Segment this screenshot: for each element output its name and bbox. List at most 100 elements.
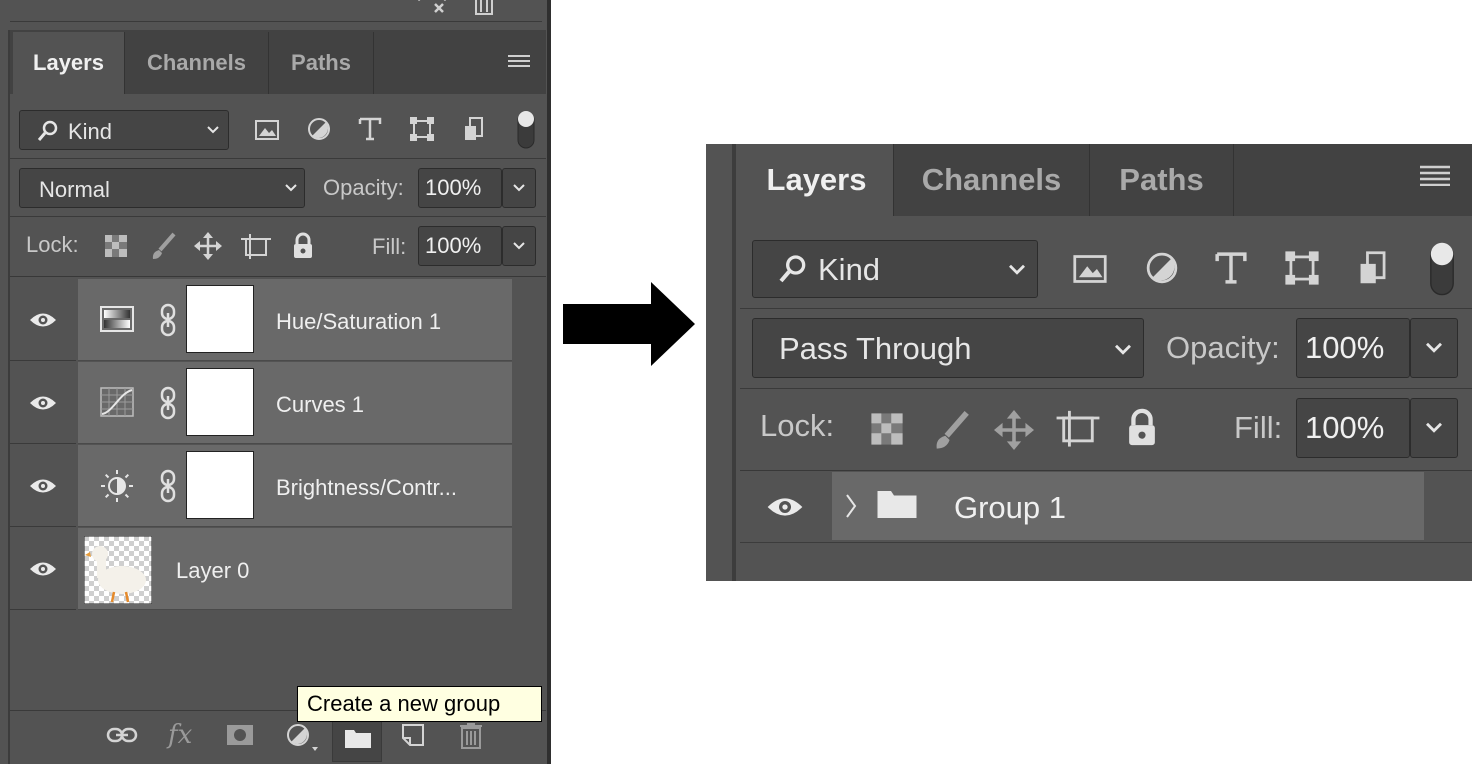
opacity-input[interactable]: 100%: [1296, 318, 1410, 378]
adjustment-icon[interactable]: [285, 722, 319, 752]
search-icon: [777, 253, 809, 285]
layer-mask-thumbnail[interactable]: [186, 368, 254, 436]
panel-menu-icon[interactable]: [508, 54, 530, 70]
layer-row-hue-saturation[interactable]: Hue/Saturation 1: [10, 279, 512, 361]
chevron-down-icon: [284, 183, 298, 193]
fill-input[interactable]: 100%: [1296, 398, 1410, 458]
hide-icon[interactable]: [415, 0, 451, 16]
fx-icon[interactable]: fx: [168, 720, 192, 750]
chevron-right-icon[interactable]: [844, 492, 858, 520]
layer-mask-thumbnail[interactable]: [186, 285, 254, 353]
pixel-filter-icon[interactable]: [1072, 252, 1108, 286]
layers-panel-body: Layers Channels Paths Kind: [10, 30, 546, 764]
layer-name[interactable]: Brightness/Contr...: [276, 475, 457, 501]
chain-link-icon[interactable]: [156, 469, 180, 503]
curves-icon: [100, 387, 134, 417]
chain-link-icon[interactable]: [156, 303, 180, 337]
opacity-input[interactable]: 100%: [418, 168, 502, 208]
pixel-filter-icon[interactable]: [254, 118, 280, 142]
panel-menu-icon[interactable]: [1420, 164, 1450, 186]
eye-icon: [30, 313, 56, 326]
lock-label: Lock:: [26, 232, 79, 257]
tab-channels[interactable]: Channels: [894, 144, 1090, 216]
opacity-label: Opacity:: [323, 175, 404, 200]
layer-row-curves[interactable]: Curves 1: [10, 362, 512, 444]
opacity-label: Opacity:: [1166, 330, 1280, 365]
trash-icon[interactable]: [458, 722, 484, 750]
tab-channels[interactable]: Channels: [125, 32, 269, 94]
opacity-dropdown[interactable]: [1410, 318, 1458, 378]
chain-link-icon[interactable]: [156, 386, 180, 420]
lock-pixels-icon[interactable]: [150, 232, 176, 260]
filter-kind-select[interactable]: Kind: [752, 240, 1038, 298]
adjustment-filter-icon[interactable]: [1144, 250, 1180, 286]
fill-dropdown[interactable]: [1410, 398, 1458, 458]
lock-artboard-icon[interactable]: [241, 232, 271, 260]
blend-mode-value: Pass Through: [779, 331, 972, 366]
chevron-down-icon: [1426, 422, 1442, 433]
visibility-toggle[interactable]: [740, 472, 830, 542]
layer-row-body[interactable]: Hue/Saturation 1: [78, 279, 512, 361]
fill-label: Fill:: [372, 234, 407, 259]
tab-layers[interactable]: Layers: [13, 32, 125, 94]
chevron-down-icon: [1426, 342, 1442, 353]
tab-paths[interactable]: Paths: [269, 32, 374, 94]
trash-top-icon[interactable]: [472, 0, 496, 16]
shape-filter-icon[interactable]: [1284, 250, 1320, 286]
fill-dropdown[interactable]: [502, 226, 536, 266]
chevron-down-icon: [1007, 263, 1027, 277]
layer-name[interactable]: Hue/Saturation 1: [276, 309, 441, 335]
layer-row-group[interactable]: Group 1: [740, 472, 1430, 542]
new-layer-icon[interactable]: [400, 722, 426, 748]
visibility-toggle[interactable]: [10, 445, 76, 527]
tooltip: Create a new group: [297, 686, 542, 722]
left-strip: [706, 144, 736, 581]
visibility-toggle[interactable]: [10, 362, 76, 444]
lock-pixels-icon[interactable]: [932, 410, 970, 450]
lock-all-icon[interactable]: [292, 232, 314, 260]
type-filter-icon[interactable]: [1214, 250, 1248, 286]
duck-thumbnail[interactable]: [84, 536, 152, 604]
smart-object-filter-icon[interactable]: [462, 116, 486, 142]
tab-layers[interactable]: Layers: [740, 144, 894, 216]
opacity-dropdown[interactable]: [502, 168, 536, 208]
shape-filter-icon[interactable]: [409, 116, 435, 142]
layer-row-body[interactable]: Layer 0: [78, 528, 512, 610]
lock-all-icon[interactable]: [1126, 408, 1158, 448]
top-strip: [10, 0, 542, 22]
type-filter-icon[interactable]: [358, 116, 382, 142]
blend-mode-select[interactable]: Normal: [19, 168, 305, 208]
tab-paths[interactable]: Paths: [1090, 144, 1234, 216]
hue-saturation-icon: [100, 306, 134, 332]
layer-row-body[interactable]: Curves 1: [78, 362, 512, 444]
lock-position-icon[interactable]: [994, 410, 1034, 450]
mask-icon[interactable]: [226, 724, 254, 746]
right-layers-panel: Layers Channels Paths Kind Pass Through …: [706, 144, 1472, 581]
filter-toggle[interactable]: [1428, 238, 1456, 298]
link-icon[interactable]: [106, 724, 138, 746]
visibility-toggle[interactable]: [10, 528, 76, 610]
blend-mode-select[interactable]: Pass Through: [752, 318, 1144, 378]
adjustment-filter-icon[interactable]: [306, 116, 332, 142]
layer-row-body[interactable]: Brightness/Contr...: [78, 445, 512, 527]
visibility-toggle[interactable]: [10, 279, 76, 361]
filter-kind-select[interactable]: Kind: [19, 110, 229, 150]
layer-name[interactable]: Curves 1: [276, 392, 364, 418]
layer-mask-thumbnail[interactable]: [186, 451, 254, 519]
layer-row-layer-0[interactable]: Layer 0: [10, 528, 512, 610]
layer-name[interactable]: Layer 0: [176, 558, 249, 584]
right-border: [547, 0, 551, 764]
filter-toggle[interactable]: [516, 108, 536, 150]
layer-row-brightness[interactable]: Brightness/Contr...: [10, 445, 512, 527]
lock-artboard-icon[interactable]: [1056, 408, 1100, 448]
eye-icon: [30, 562, 56, 575]
smart-object-filter-icon[interactable]: [1356, 250, 1390, 286]
lock-transparent-icon[interactable]: [870, 412, 904, 446]
fill-label: Fill:: [1234, 410, 1283, 445]
layer-row-body[interactable]: Group 1: [832, 472, 1424, 540]
fill-input[interactable]: 100%: [418, 226, 502, 266]
lock-transparent-icon[interactable]: [104, 234, 128, 258]
brightness-icon: [100, 469, 134, 503]
group-name[interactable]: Group 1: [954, 490, 1066, 526]
lock-position-icon[interactable]: [194, 232, 222, 260]
